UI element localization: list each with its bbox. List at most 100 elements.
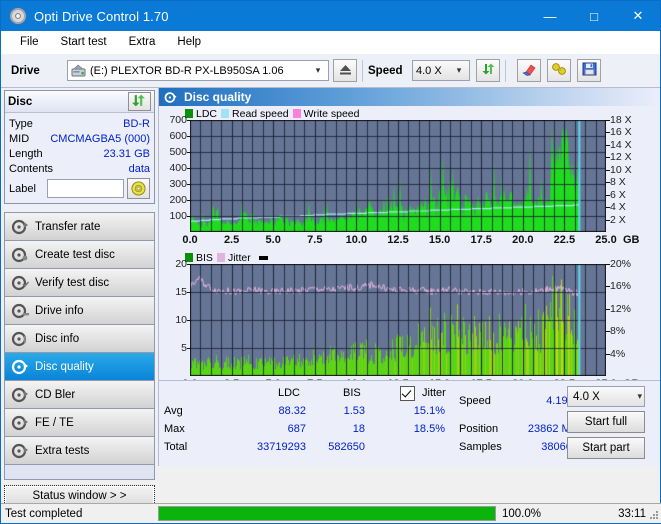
menu-extra[interactable]: Extra [118,34,167,50]
disc-row-length-key: Length [9,147,43,160]
status-text: Test completed [5,507,83,520]
sidebar-item-create-test-disc[interactable]: Create test disc [5,241,154,269]
close-button[interactable]: ✕ [616,1,660,31]
axis-tick [187,168,191,169]
test-speed-select[interactable]: 4.0 X ▾ [567,386,645,407]
axis-tick [187,216,191,217]
minimize-button[interactable]: — [528,1,572,31]
sidebar-item-cd-bler[interactable]: CD Bler [5,381,154,409]
axis-tick-label: 700 [169,114,187,126]
eject-icon [338,63,353,79]
key-icon [551,62,567,79]
axis-tick-label: 10.0 [345,234,368,246]
axis-tick [187,348,191,349]
top-chart-axes: 100 200 300 400 500 600 700 2 X4 X6 X8 X 10 X 12 … [159,114,660,248]
disc-fete-icon [11,415,30,431]
sidebar-item-disc-info[interactable]: Disc info [5,325,154,353]
toolbar-divider [362,59,363,82]
axis-tick-label: 20.0 [512,234,534,246]
axis-tick [606,264,610,265]
drive-value: (E:) PLEXTOR BD-R PX-LB950SA 1.06 [90,64,284,77]
disc-refresh-button[interactable] [128,92,151,111]
sidebar-item-label: Verify test disc [35,276,110,289]
refresh-icon [132,94,145,107]
axis-tick-label: 20 [175,258,187,270]
disc-verify-icon [11,275,30,291]
progress-fill [159,507,495,520]
save-button[interactable] [577,59,601,82]
axis-tick [606,132,610,133]
start-part-button[interactable]: Start part [567,437,645,459]
axis-tick-label: 300 [169,178,187,190]
jitter-label: Jitter [422,387,446,399]
axis-tick-label: 8% [610,325,626,338]
sidebar-item-fe-te[interactable]: FE / TE [5,409,154,437]
axis-tick [606,170,610,171]
menu-file[interactable]: File [9,34,50,50]
sidebar-item-label: Drive info [35,304,84,317]
sidebar-item-extra-tests[interactable]: Extra tests [5,437,154,465]
disc-quality-pane: Disc quality LDC Read speed Write speed [159,88,660,466]
disc-row-length: Length 23.31 GB [9,146,150,161]
left-sidebar: Disc Type BD-R MID CMCMAGBA5 (000) Lengt… [1,88,159,507]
axis-tick [606,331,610,332]
axis-tick-label: GB [623,234,640,246]
start-full-button[interactable]: Start full [567,411,645,433]
disc-row-mid: MID CMCMAGBA5 (000) [9,131,150,146]
disc-burn-icon [11,247,30,263]
bottom-chart: BIS Jitter 51015204%8%12%16%20%0.02.55.0… [159,250,660,392]
stats-col-ldc: LDC [278,387,301,399]
disc-row-type: Type BD-R [9,116,150,131]
resize-grip[interactable] [648,509,660,521]
disc-quality-header: Disc quality [159,88,660,106]
tools-button[interactable] [547,59,571,82]
axis-tick [187,184,191,185]
top-chart-canvas [190,120,606,232]
sidebar-spacer [5,465,154,480]
axis-tick [606,354,610,355]
status-bar: Test completed 100.0% 33:11 [1,503,661,523]
sidebar-item-label: Transfer rate [35,220,101,233]
menu-help[interactable]: Help [166,34,212,50]
disc-extra-icon [11,443,30,459]
window-title: Opti Drive Control 1.70 [34,8,169,24]
top-chart-legend: LDC Read speed Write speed [159,106,660,120]
disc-test-icon [11,219,30,235]
refresh-speed-button[interactable] [476,59,500,82]
erase-button[interactable] [517,59,541,82]
axis-tick [606,286,610,287]
maximize-button[interactable]: □ [572,1,616,31]
disc-row-contents-key: Contents [9,162,54,175]
menu-start-test[interactable]: Start test [50,34,118,50]
axis-tick-label: 100 [169,210,187,222]
disc-row-type-value: BD-R [123,117,150,130]
menu-bar: File Start test Extra Help [1,31,660,54]
legend-label: LDC [196,107,218,120]
disc-bler-icon [11,387,30,403]
axis-tick-label: 8 X [610,176,626,189]
bis-total-value: 582650 [328,441,365,453]
axis-tick-label: 200 [169,194,187,206]
axis-tick-label: 4% [610,347,626,360]
disc-label-input[interactable] [47,179,124,198]
main-content: Disc Type BD-R MID CMCMAGBA5 (000) Lengt… [1,88,660,507]
jitter-checkbox[interactable] [400,386,415,401]
sidebar-item-verify-test-disc[interactable]: Verify test disc [5,269,154,297]
disc-label-key: Label [9,182,36,195]
drive-label: Drive [11,64,40,77]
axis-tick-label: 5.0 [265,234,281,246]
legend-read-speed: Read speed [221,108,289,120]
disc-label-button[interactable] [127,178,150,199]
axis-tick [606,182,610,183]
drive-select[interactable]: (E:) PLEXTOR BD-R PX-LB950SA 1.06 ▾ [67,60,329,81]
axis-tick-label: 7.5 [307,234,323,246]
axis-tick-label: 5 [181,342,187,354]
axis-tick-label: 16 X [610,126,632,139]
axis-tick [187,264,191,265]
sidebar-item-disc-quality[interactable]: Disc quality [5,353,154,381]
axis-tick-label: 15.0 [428,234,451,246]
sidebar-item-drive-info[interactable]: Drive info [5,297,154,325]
sidebar-item-transfer-rate[interactable]: Transfer rate [5,213,154,241]
speed-select[interactable]: 4.0 X ▾ [412,60,470,81]
eject-button[interactable] [333,59,357,82]
